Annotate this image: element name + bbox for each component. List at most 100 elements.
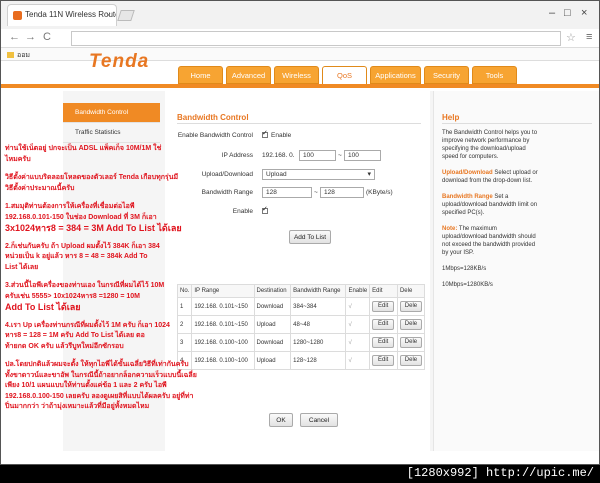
annotation-line: ไหมครับ xyxy=(5,155,31,163)
close-window-icon[interactable]: × xyxy=(581,7,587,19)
page-header: Tenda Home Advanced Wireless QoS Applica… xyxy=(1,51,599,84)
new-tab-button[interactable] xyxy=(117,10,135,21)
cell-ip-range: 192.168. 0.101~150 xyxy=(191,315,255,334)
browser-tab[interactable]: Tenda 11N Wireless Router × xyxy=(7,4,117,26)
help-body: The Bandwidth Control helps you to impro… xyxy=(442,129,542,297)
bookmark-item[interactable]: ออม xyxy=(17,52,30,59)
enable-text: Enable xyxy=(271,132,292,139)
annotation-line: ท้ายกด OK ครับ แล้วรีบูทใหม่อีกซักรอบ xyxy=(5,342,124,350)
help-conversion-1: 1Mbps=128KB/s xyxy=(442,266,487,272)
help-panel: Help The Bandwidth Control helps you to … xyxy=(433,91,599,451)
ip-end-input[interactable]: 100 xyxy=(344,150,381,161)
tab-title: Tenda 11N Wireless Router xyxy=(25,10,117,19)
col-edit: Edit xyxy=(369,284,398,298)
annotation-text: ท่านใช้เน็ตอยู่ ปกจะเป็น ADSL แพ็คเก็จ 1… xyxy=(5,144,197,413)
cell-bandwidth: 384~384 xyxy=(290,297,347,316)
add-to-list-button[interactable]: Add To List xyxy=(289,230,331,244)
cell-destination: Download xyxy=(253,333,292,352)
tenda-logo: Tenda xyxy=(89,51,150,72)
cell-bandwidth: 48~48 xyxy=(290,315,347,334)
nav-tab-tools[interactable]: Tools xyxy=(472,66,517,84)
nav-tab-wireless[interactable]: Wireless xyxy=(274,66,319,84)
annotation-line: ครับเช่น 5555> 10x1024หาร8 =1280 = 10M xyxy=(5,292,141,300)
annotation-line: Add To List ได้เลย xyxy=(5,302,81,312)
annotation-line: 4.เรา Up เครื่องท่านกรณีที่ผมตั้งไว้ 1M … xyxy=(5,321,170,329)
annotation-line: ปล.โดยปกติแล้วผมจะตั้ง ให้ทุกไอพีได้ขั้น… xyxy=(5,361,189,368)
reload-icon[interactable]: C xyxy=(43,31,51,43)
help-title: Help xyxy=(442,113,460,122)
bookmark-star-icon[interactable]: ☆ xyxy=(566,31,576,44)
annotation-line: 192.168.0.100-150 เลยครับ ลองดูเผยสิที่แ… xyxy=(5,392,194,400)
bandwidth-max-input[interactable]: 128 xyxy=(320,187,364,198)
url-input[interactable] xyxy=(71,31,561,46)
cell-enabled-check: √ xyxy=(345,315,371,334)
back-icon[interactable]: ← xyxy=(9,31,20,43)
annotation-line: หาร8 = 128 = 1M ครับ Add To List ได้เลย … xyxy=(5,332,145,339)
forward-icon[interactable]: → xyxy=(25,31,36,43)
ip-start-input[interactable]: 100 xyxy=(299,150,336,161)
edit-button[interactable]: Edit xyxy=(372,337,395,348)
direction-select[interactable]: Upload xyxy=(262,169,375,180)
cancel-button[interactable]: Cancel xyxy=(300,413,338,427)
tab-close-icon[interactable]: × xyxy=(106,10,111,20)
annotation-line: เพียง 10/1 แผนแบบให้ท่านตั้งแค่ข้อ 1 และ… xyxy=(5,382,167,389)
cell-ip-range: 192.168. 0.100~100 xyxy=(191,333,255,352)
nav-tab-qos[interactable]: QoS xyxy=(322,66,367,84)
bandwidth-unit: (KByte/s) xyxy=(366,189,393,196)
delete-button[interactable]: Dele xyxy=(399,301,422,312)
sidebar-item-bandwidth-control[interactable]: Bandwidth Control xyxy=(63,103,160,123)
address-bar-row: ← → C ☆ ≡ xyxy=(1,29,599,48)
annotation-line: หน่วยเป็น k อยู่แล้ว หาร 8 = 48 = 384k A… xyxy=(5,253,148,260)
nav-tab-advanced[interactable]: Advanced xyxy=(226,66,271,84)
bandwidth-min-input[interactable]: 128 xyxy=(262,187,312,198)
image-footer: [1280x992] http://upic.me/ xyxy=(0,465,600,483)
maximize-icon[interactable]: □ xyxy=(564,7,571,19)
enable-bandwidth-label: Enable Bandwidth Control xyxy=(177,132,253,139)
edit-button[interactable]: Edit xyxy=(372,301,395,312)
annotation-line: 3x1024หาร8 = 384 = 3M Add To List ได้เลย xyxy=(5,223,182,233)
annotation-line: ท่านใช้เน็ตอยู่ ปกจะเป็น ADSL แพ็คเก็จ 1… xyxy=(5,145,162,152)
enable-bandwidth-checkbox[interactable] xyxy=(262,129,268,139)
help-note-text: The maximum upload/download bandwidth sh… xyxy=(442,226,536,256)
minimize-icon[interactable]: – xyxy=(549,7,555,19)
browser-menu-icon[interactable]: ≡ xyxy=(586,31,592,43)
help-intro: The Bandwidth Control helps you to impro… xyxy=(442,130,538,160)
delete-button[interactable]: Dele xyxy=(399,319,422,330)
help-conversion-2: 10Mbps=1280KB/s xyxy=(442,282,493,288)
table-row: 3 192.168. 0.100~100 Download 1280~1280 … xyxy=(176,333,426,352)
rules-table: No. IP Range Destination Bandwidth Range… xyxy=(176,284,426,370)
section-divider xyxy=(177,123,421,124)
table-header-row: No. IP Range Destination Bandwidth Range… xyxy=(176,284,426,298)
watermark-text: [1280x992] http://upic.me/ xyxy=(406,466,594,480)
annotation-line: ปิ่นมากกว่า ว่าถ้ามุ่งเหมาะแล้วที่มีอยู่… xyxy=(5,403,150,410)
col-destination: Destination xyxy=(253,284,292,298)
cell-ip-range: 192.168. 0.101~150 xyxy=(191,297,255,316)
tenda-favicon-icon xyxy=(13,11,22,20)
ok-button[interactable]: OK xyxy=(269,413,293,427)
cell-destination: Download xyxy=(253,297,292,316)
delete-button[interactable]: Dele xyxy=(399,337,422,348)
annotation-line: 192.168.0.101-150 ในช่อง Download ที่ 3M… xyxy=(5,213,157,221)
ip-range-separator: ~ xyxy=(338,152,342,159)
cell-enabled-check: √ xyxy=(345,333,371,352)
annotation-line: 1.สมมุติท่านต้องการให้เครื่องที่เชื่อมต่… xyxy=(5,203,135,210)
title-bar: Tenda 11N Wireless Router × – □ × xyxy=(1,1,599,29)
sidebar-item-traffic-statistics[interactable]: Traffic Statistics xyxy=(63,123,160,143)
enable-rule-checkbox[interactable] xyxy=(262,205,268,214)
cell-ip-range: 192.168. 0.100~100 xyxy=(191,351,255,370)
cell-bandwidth: 1280~1280 xyxy=(290,333,347,352)
bandwidth-range-separator: ~ xyxy=(314,189,318,196)
cell-destination: Upload xyxy=(253,315,292,334)
nav-tab-applications[interactable]: Applications xyxy=(370,66,421,84)
nav-tab-home[interactable]: Home xyxy=(178,66,223,84)
delete-button[interactable]: Dele xyxy=(399,355,422,366)
annotation-line: ทั้งขาดาวน์และขาอัพ ในกรณีนี้ถ้าอยากล็อก… xyxy=(5,371,197,379)
annotation-line: 3.ส่วนนี้ไอพีเครื่องของท่านเอง ในกรณีที่… xyxy=(5,282,165,289)
browser-window: Tenda 11N Wireless Router × – □ × ← → C … xyxy=(0,0,600,465)
edit-button[interactable]: Edit xyxy=(372,319,395,330)
cell-enabled-check: √ xyxy=(345,351,371,370)
cell-bandwidth: 128~128 xyxy=(290,351,347,370)
nav-tab-security[interactable]: Security xyxy=(424,66,469,84)
annotation-line: วิธีตั้งค่าประมาณนี้ครับ xyxy=(5,184,75,192)
edit-button[interactable]: Edit xyxy=(372,355,395,366)
